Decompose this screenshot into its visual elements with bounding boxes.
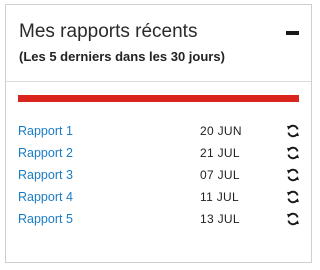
report-date: 13 JUL xyxy=(200,212,240,226)
report-list: Rapport 1 20 JUN Rapport 2 21 JUL Rappor… xyxy=(18,121,301,231)
report-row: Rapport 1 20 JUN xyxy=(18,121,301,143)
refresh-icon[interactable] xyxy=(286,168,300,182)
report-link[interactable]: Rapport 5 xyxy=(18,211,73,227)
report-link[interactable]: Rapport 4 xyxy=(18,189,73,205)
collapse-button[interactable] xyxy=(281,23,305,43)
report-row: Rapport 2 21 JUL xyxy=(18,143,301,165)
report-date: 07 JUL xyxy=(200,168,240,182)
report-date: 21 JUL xyxy=(200,146,240,160)
report-link[interactable]: Rapport 2 xyxy=(18,145,73,161)
refresh-icon[interactable] xyxy=(286,146,300,160)
minus-icon xyxy=(286,31,299,35)
report-link[interactable]: Rapport 1 xyxy=(18,123,73,139)
report-row: Rapport 5 13 JUL xyxy=(18,209,301,231)
accent-divider xyxy=(18,95,299,102)
report-row: Rapport 3 07 JUL xyxy=(18,165,301,187)
refresh-icon[interactable] xyxy=(286,124,300,138)
report-date: 11 JUL xyxy=(200,190,239,204)
report-date: 20 JUN xyxy=(200,124,242,138)
refresh-icon[interactable] xyxy=(286,212,300,226)
report-row: Rapport 4 11 JUL xyxy=(18,187,301,209)
report-link[interactable]: Rapport 3 xyxy=(18,167,73,183)
recent-reports-widget: Mes rapports récents (Les 5 derniers dan… xyxy=(5,4,312,263)
widget-title: Mes rapports récents xyxy=(19,21,198,42)
widget-subtitle: (Les 5 derniers dans les 30 jours) xyxy=(19,49,225,64)
widget-header: Mes rapports récents (Les 5 derniers dan… xyxy=(6,5,311,82)
refresh-icon[interactable] xyxy=(286,190,300,204)
